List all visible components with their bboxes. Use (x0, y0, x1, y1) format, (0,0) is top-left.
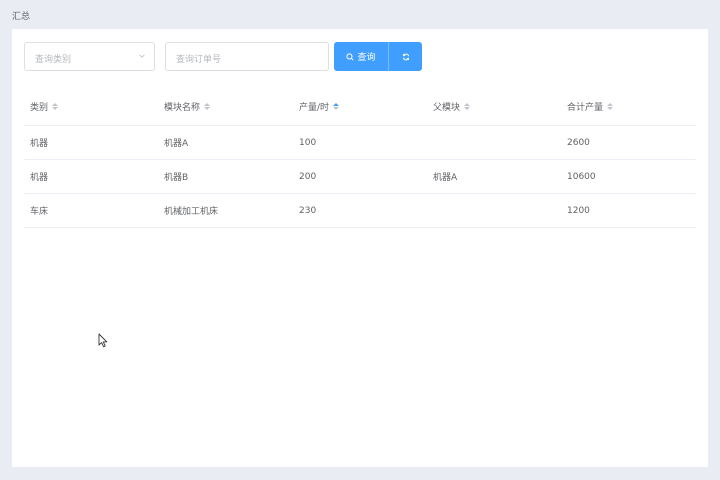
column-header-label: 产量/时 (299, 102, 330, 113)
table-cell: 200 (299, 171, 317, 182)
order-number-input[interactable]: 查询订单号 (165, 42, 329, 71)
table-row[interactable]: 机器 机器B 200 机器A 10600 (24, 160, 696, 194)
action-button-group: 查询 (334, 42, 422, 71)
content-panel: 查询类别 查询订单号 查询 类别 模块名称 产量/时 父模块 合计产量 机器 机… (12, 29, 708, 467)
filter-bar: 查询类别 查询订单号 查询 (24, 42, 444, 71)
table-cell: 机器B (164, 173, 189, 183)
page-title: 汇总 (12, 12, 31, 22)
column-header-parent-module[interactable]: 父模块 (427, 87, 471, 125)
table-cell: 机器A (433, 173, 458, 183)
column-header-module-name[interactable]: 模块名称 (158, 87, 211, 125)
category-select[interactable]: 查询类别 (24, 42, 155, 71)
search-button-label: 查询 (357, 53, 376, 63)
table-cell (427, 194, 433, 227)
column-header-total-output[interactable]: 合计产量 (561, 87, 614, 125)
table-header: 类别 模块名称 产量/时 父模块 合计产量 (24, 87, 696, 126)
table-row[interactable]: 车床 机械加工机床 230 1200 (24, 194, 696, 228)
chevron-down-icon (139, 54, 145, 58)
table-cell: 机械加工机床 (164, 207, 219, 217)
column-header-label: 父模块 (433, 102, 461, 113)
table-cell: 10600 (567, 171, 596, 182)
table-cell: 1200 (567, 205, 590, 216)
refresh-button[interactable] (389, 42, 422, 71)
category-select-placeholder: 查询类别 (35, 55, 72, 65)
table-cell: 230 (299, 205, 317, 216)
search-icon (346, 52, 355, 61)
table-row[interactable]: 机器 机器A 100 2600 (24, 126, 696, 160)
table-cell: 2600 (567, 137, 590, 148)
sort-icon[interactable] (52, 102, 59, 110)
sort-icon[interactable] (607, 102, 614, 110)
column-header-category[interactable]: 类别 (24, 87, 59, 125)
table-cell: 100 (299, 137, 317, 148)
table-cell: 机器 (30, 139, 49, 149)
order-number-placeholder: 查询订单号 (176, 55, 222, 65)
column-header-label: 合计产量 (567, 102, 604, 113)
sort-icon[interactable] (204, 102, 211, 110)
summary-table: 类别 模块名称 产量/时 父模块 合计产量 机器 机器A 100 2600 机器… (24, 87, 696, 228)
search-button[interactable]: 查询 (334, 42, 388, 71)
table-cell: 车床 (30, 207, 49, 217)
table-cell: 机器A (164, 139, 189, 149)
sort-icon[interactable] (333, 102, 340, 110)
sort-icon[interactable] (464, 102, 471, 110)
column-header-label: 模块名称 (164, 102, 201, 113)
mouse-pointer-icon (98, 333, 108, 348)
column-header-label: 类别 (30, 102, 49, 113)
refresh-icon (402, 53, 409, 60)
table-cell (427, 126, 433, 159)
table-cell: 机器 (30, 173, 49, 183)
column-header-output-per-hour[interactable]: 产量/时 (293, 87, 340, 125)
